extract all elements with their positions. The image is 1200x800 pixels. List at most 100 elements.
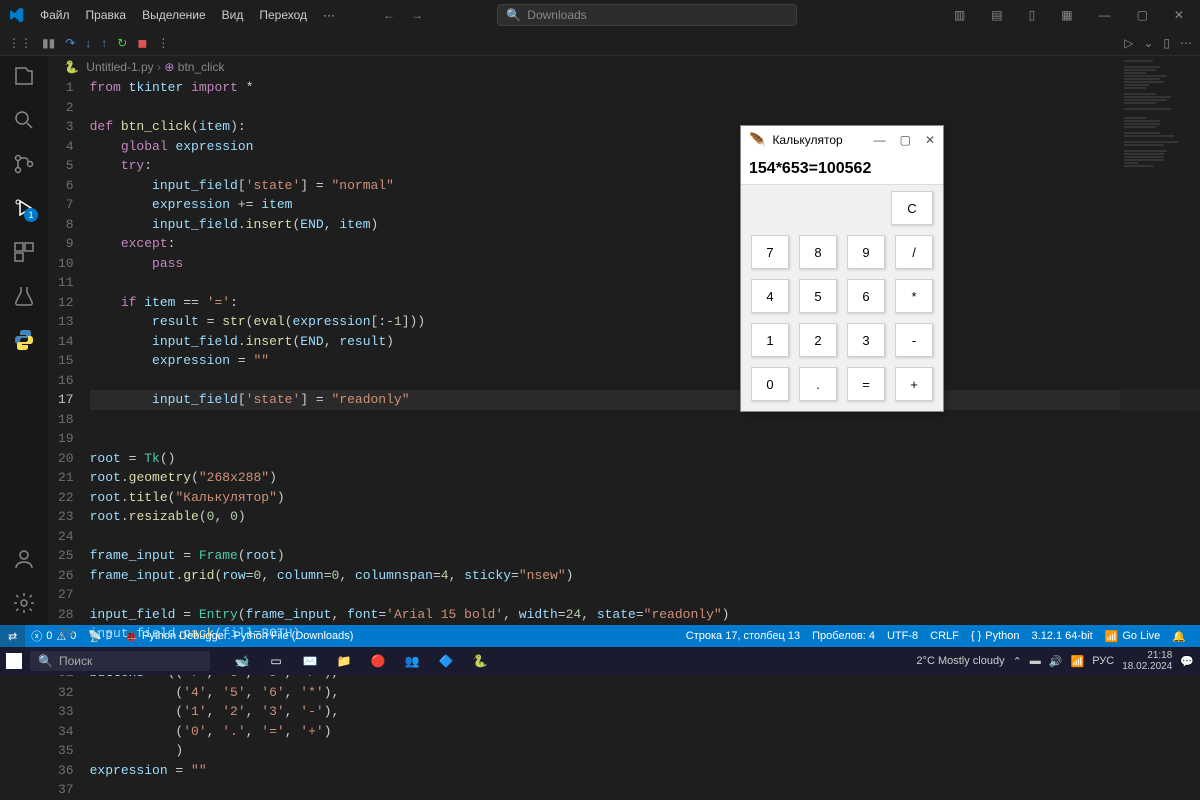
layout-icon-4[interactable]: ▦ [1053,4,1080,26]
step-out-icon[interactable]: ↑ [101,36,107,50]
calc-button-.[interactable]: . [799,367,837,401]
editor[interactable]: 🐍 Untitled-1.py › ⊕ btn_click 123 456 789 1… [48,56,1200,625]
python-env-icon[interactable] [12,328,36,352]
tkinter-icon: 🪶 [749,132,766,149]
menu-go[interactable]: Переход [251,8,315,22]
calc-button-/[interactable]: / [895,235,933,269]
breadcrumb[interactable]: 🐍 Untitled-1.py › ⊕ btn_click [48,56,1200,78]
maximize-icon[interactable]: ▢ [1129,4,1156,26]
command-center[interactable]: 🔍 Downloads [497,4,797,26]
debug-badge: 1 [24,208,38,222]
calc-clear-button[interactable]: C [891,191,933,225]
breadcrumb-file: Untitled-1.py [86,60,153,74]
code-content[interactable]: from tkinter import *def btn_click(item)… [90,78,1200,800]
start-button[interactable] [6,653,22,669]
settings-icon[interactable] [12,591,36,615]
calc-title-bar[interactable]: 🪶 Калькулятор — ▢ ✕ [741,126,943,154]
taskbar-search[interactable]: 🔍 Поиск [30,651,210,671]
calc-button-+[interactable]: + [895,367,933,401]
split-icon[interactable]: ▯ [1163,36,1170,50]
nav-back-icon[interactable]: ← [383,8,395,22]
calc-close-icon[interactable]: ✕ [925,133,935,147]
taskbar-python-icon[interactable]: 🐍 [468,651,492,671]
function-icon: ⊕ [164,60,174,74]
line-gutter[interactable]: 1234567891011121314151617181920212223242… [58,78,90,800]
testing-icon[interactable] [12,284,36,308]
menu-view[interactable]: Вид [214,8,252,22]
remote-indicator[interactable]: ⇄ [0,625,25,647]
calc-button-3[interactable]: 3 [847,323,885,357]
menu-edit[interactable]: Правка [78,8,135,22]
menu-select[interactable]: Выделение [134,8,214,22]
tray-sound-icon[interactable]: 🔊 [1049,655,1063,668]
calc-button-1[interactable]: 1 [751,323,789,357]
stop-icon[interactable]: ◼ [137,36,147,50]
taskbar-whale-icon[interactable]: 🐋 [230,651,254,671]
calc-button-7[interactable]: 7 [751,235,789,269]
tray-wifi-icon[interactable]: 📶 [1071,655,1085,668]
activity-bar: 1 [0,56,48,625]
minimap[interactable] [1120,56,1200,625]
scm-icon[interactable] [12,152,36,176]
calc-display: 154*653=100562 [741,154,943,185]
calc-button-2[interactable]: 2 [799,323,837,357]
menu-more[interactable]: ··· [315,8,343,22]
search-icon: 🔍 [506,8,521,22]
extensions-icon[interactable] [12,240,36,264]
debug-toolbar: ⋮⋮ ▮▮ ↷ ↓ ↑ ↻ ◼ ⋮ ▷ ⌄ ▯ ⋯ [0,30,1200,56]
calc-button-4[interactable]: 4 [751,279,789,313]
taskbar-explorer-icon[interactable]: 📁 [332,651,356,671]
explorer-icon[interactable] [12,64,36,88]
calc-button-8[interactable]: 8 [799,235,837,269]
breadcrumb-fn: btn_click [178,60,225,74]
vscode-icon [8,7,24,23]
remote-icon: ⇄ [8,630,17,643]
restart-icon[interactable]: ↻ [117,36,127,50]
nav-forward-icon[interactable]: → [411,8,423,22]
calc-button-*[interactable]: * [895,279,933,313]
step-over-icon[interactable]: ↷ [65,36,75,50]
calculator-window: 🪶 Калькулятор — ▢ ✕ 154*653=100562 C 789… [740,125,944,412]
taskbar-search-icon: 🔍 [38,654,53,668]
calc-button-9[interactable]: 9 [847,235,885,269]
layout-icon-1[interactable]: ▥ [946,4,973,26]
python-file-icon: 🐍 [64,60,79,74]
layout-icon-2[interactable]: ▤ [983,4,1010,26]
taskbar-mail-icon[interactable]: ✉️ [298,651,322,671]
tray-lang[interactable]: РУС [1092,655,1114,667]
run-icon[interactable]: ▷ [1124,36,1133,50]
debug-activity-icon[interactable]: 1 [12,196,36,220]
tray-chevron-icon[interactable]: ⌃ [1013,655,1022,668]
close-icon[interactable]: ✕ [1166,4,1192,26]
tray-notification-icon[interactable]: 💬 [1180,655,1194,668]
calc-maximize-icon[interactable]: ▢ [900,133,911,147]
calc-button--[interactable]: - [895,323,933,357]
run-dropdown-icon[interactable]: ⌄ [1143,36,1153,50]
taskbar-clock[interactable]: 21:18 18.02.2024 [1122,650,1172,672]
taskbar-opera-icon[interactable]: 🔴 [366,651,390,671]
pause-icon[interactable]: ▮▮ [42,36,55,50]
more-icon[interactable]: ⋯ [1180,36,1192,50]
calc-button-=[interactable]: = [847,367,885,401]
calc-button-6[interactable]: 6 [847,279,885,313]
more-debug-icon[interactable]: ⋮ [157,36,169,50]
menu-file[interactable]: Файл [32,8,78,22]
calc-minimize-icon[interactable]: — [874,133,886,147]
calc-title: Калькулятор [772,133,842,147]
tray-battery-icon[interactable]: ▬ [1030,655,1041,667]
search-text: Downloads [527,8,586,22]
layout-icon-3[interactable]: ▯ [1021,4,1044,26]
title-bar: Файл Правка Выделение Вид Переход ··· ← … [0,0,1200,30]
taskbar-taskview-icon[interactable]: ▭ [264,651,288,671]
calc-button-grid: 789 / 456 * 123- 0. = + [741,225,943,411]
taskbar-vscode-icon[interactable]: 🔷 [434,651,458,671]
step-into-icon[interactable]: ↓ [85,36,91,50]
calc-button-5[interactable]: 5 [799,279,837,313]
taskbar-teams-icon[interactable]: 👥 [400,651,424,671]
search-activity-icon[interactable] [12,108,36,132]
grip-icon[interactable]: ⋮⋮ [8,36,32,50]
calc-button-0[interactable]: 0 [751,367,789,401]
account-icon[interactable] [12,547,36,571]
minimize-icon[interactable]: — [1091,4,1119,26]
weather[interactable]: 2°C Mostly cloudy [916,655,1004,667]
